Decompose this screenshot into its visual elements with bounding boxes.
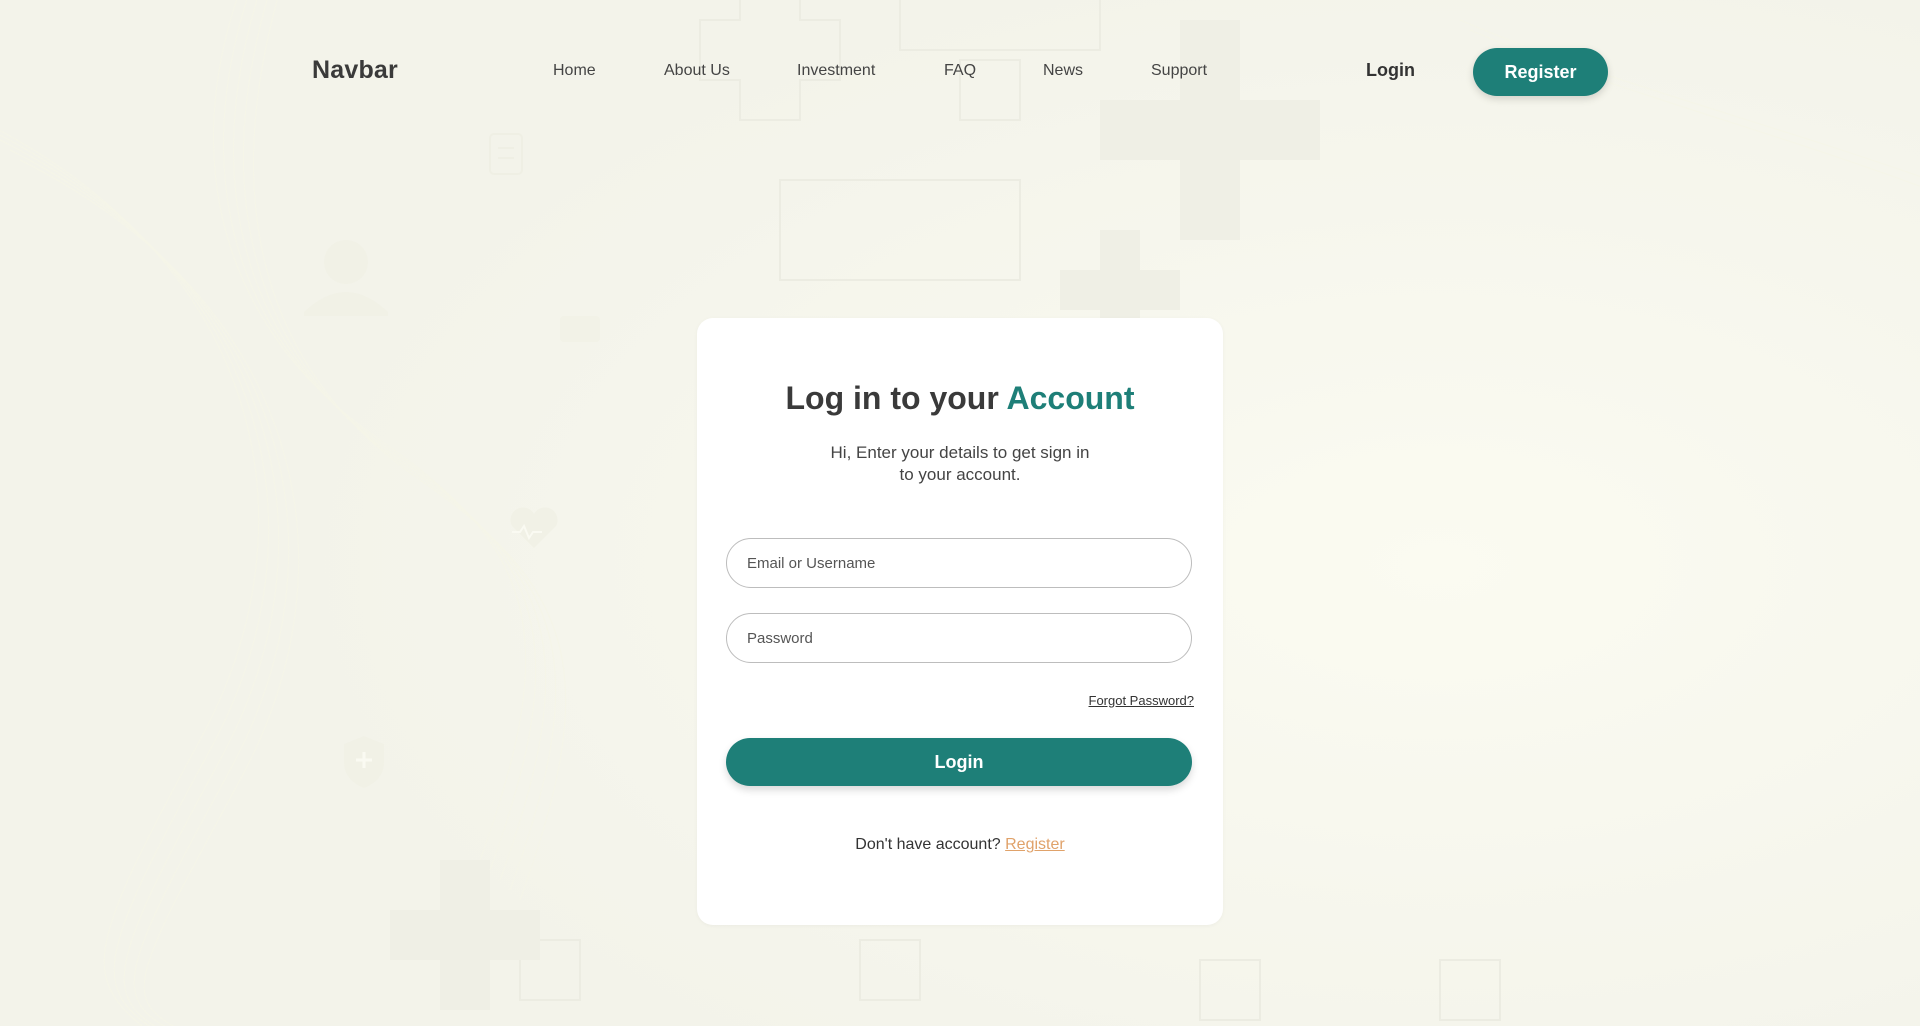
login-title: Log in to your Account [697,380,1223,417]
no-account-text: Don't have account? [855,836,1001,853]
nav-link-about-us[interactable]: About Us [664,62,730,80]
email-input[interactable] [747,539,1167,587]
login-card: Log in to your Account Hi, Enter your de… [697,318,1223,925]
nav-link-investment[interactable]: Investment [797,62,875,80]
password-field-wrapper [726,613,1192,663]
email-field-wrapper [726,538,1192,588]
nav-link-news[interactable]: News [1043,62,1083,80]
register-link[interactable]: Register [1005,836,1065,853]
nav-link-faq[interactable]: FAQ [944,62,976,80]
signup-prompt: Don't have account? Register [697,836,1223,854]
nav-login-link[interactable]: Login [1366,60,1415,81]
top-navbar: Navbar Home About Us Investment FAQ News… [0,0,1920,145]
login-subtitle: Hi, Enter your details to get sign in to… [810,442,1110,486]
login-subtitle-line1: Hi, Enter your details to get sign in [830,443,1090,462]
first-aid-kit-icon [560,316,600,342]
password-input[interactable] [747,614,1167,662]
login-subtitle-line2: to your account. [899,465,1021,484]
login-title-prefix: Log in to your [785,380,999,416]
forgot-password-link[interactable]: Forgot Password? [1089,693,1195,708]
brand-logo[interactable]: Navbar [312,56,398,85]
nav-register-button[interactable]: Register [1473,48,1608,96]
nav-link-support[interactable]: Support [1151,62,1207,80]
login-button[interactable]: Login [726,738,1192,786]
nav-link-home[interactable]: Home [553,62,596,80]
login-title-accent: Account [1006,380,1135,416]
